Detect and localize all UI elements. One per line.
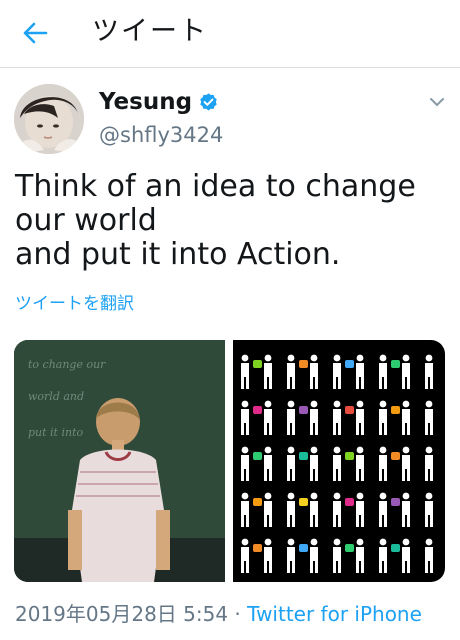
page-title: ツイート [92, 16, 208, 47]
author-name-text: Yesung [99, 89, 193, 115]
tweet-line: Think of an idea to change [15, 169, 416, 204]
tweet-line: and put it into Action. [15, 237, 341, 272]
arrow-left-icon [23, 22, 48, 44]
author-handle[interactable]: @shfly3424 [99, 120, 223, 150]
more-options-button[interactable] [426, 92, 448, 112]
tweet-meta: 2019年05月28日 5:54 · Twitter for iPhone [15, 600, 422, 628]
tweet-text: Think of an idea to change our world and… [15, 170, 445, 272]
translate-tweet-link[interactable]: ツイートを翻訳 [15, 291, 134, 317]
top-bar: ツイート [0, 0, 460, 68]
avatar[interactable] [14, 84, 84, 154]
back-button[interactable] [18, 18, 52, 48]
tweet-line: our world [15, 203, 157, 238]
media-grid: to change our world and put it into [14, 340, 445, 582]
chalk-text: world and [28, 390, 84, 403]
meta-separator: · [228, 602, 248, 626]
media-illustration-people[interactable] [233, 340, 445, 582]
verified-badge-icon [198, 92, 219, 113]
media-photo-classroom[interactable]: to change our world and put it into [14, 340, 225, 582]
chalk-text: put it into [28, 426, 84, 439]
chalk-text: to change our [28, 358, 106, 371]
tweet-source-link[interactable]: Twitter for iPhone [247, 602, 422, 626]
chevron-down-icon [430, 98, 444, 107]
author-name[interactable]: Yesung [99, 86, 219, 118]
tweet-timestamp[interactable]: 2019年05月28日 5:54 [15, 602, 228, 626]
